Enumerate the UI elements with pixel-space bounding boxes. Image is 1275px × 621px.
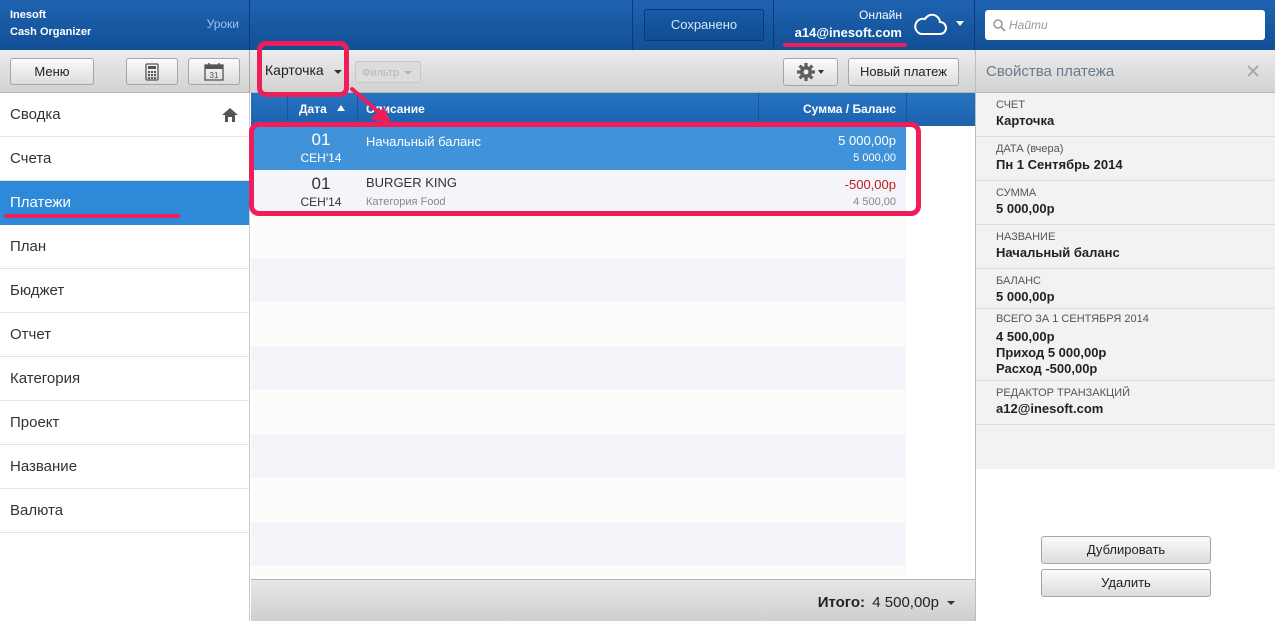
- panel-header: Свойства платежа: [976, 50, 1275, 93]
- sidebar-item-label: Категория: [10, 370, 81, 387]
- gear-icon: [796, 63, 824, 81]
- property-label: Сумма: [996, 187, 1037, 199]
- sidebar-item-label: Счета: [10, 150, 52, 167]
- property-label: Название: [996, 231, 1056, 243]
- property-value: a12@inesoft.com: [996, 401, 1104, 416]
- empty-row: [251, 214, 906, 258]
- property-date: ДАТА (вчера) Пн 1 Сентябрь 2014: [976, 137, 1275, 181]
- sidebar-item-label: Сводка: [10, 106, 61, 123]
- search-box: [985, 10, 1265, 40]
- property-value-total: 4 500,00р: [996, 329, 1055, 344]
- total-value: 4 500,00р: [872, 594, 939, 611]
- menu-button[interactable]: Меню: [10, 58, 94, 85]
- close-icon[interactable]: [1246, 64, 1260, 78]
- empty-row: [251, 522, 906, 566]
- property-balance: Баланс 5 000,00р: [976, 269, 1275, 309]
- brand-product: Cash Organizer: [10, 26, 92, 38]
- sidebar-item-label: План: [10, 238, 47, 255]
- property-label: Баланс: [996, 275, 1041, 287]
- lessons-link[interactable]: Уроки: [207, 17, 239, 31]
- filter-button[interactable]: Фильтр: [355, 61, 421, 83]
- sidebar-item-plan[interactable]: План: [0, 225, 249, 269]
- empty-row: [251, 478, 906, 522]
- empty-row: [251, 258, 906, 302]
- sidebar-item-payments[interactable]: Платежи: [0, 181, 249, 225]
- toolbar-left: Меню 31: [0, 50, 250, 93]
- filter-label: Фильтр: [362, 67, 399, 79]
- sidebar-item-payee[interactable]: Название: [0, 445, 249, 489]
- sidebar-item-report[interactable]: Отчет: [0, 313, 249, 357]
- email-annotation-underline: [783, 43, 907, 47]
- empty-row: [251, 434, 906, 478]
- property-label: Редактор транзакций: [996, 387, 1130, 399]
- property-label: Всего за 1 сентября 2014: [996, 313, 1149, 325]
- payment-properties-panel: Свойства платежа Счет Карточка ДАТА (вче…: [975, 50, 1275, 621]
- property-amount: Сумма 5 000,00р: [976, 181, 1275, 225]
- calculator-icon: [145, 63, 159, 81]
- calculator-button[interactable]: [126, 58, 178, 85]
- empty-row: [251, 566, 906, 579]
- active-item-annotation-underline: [4, 214, 180, 218]
- home-icon: [222, 108, 238, 122]
- sidebar-item-label: Название: [10, 458, 78, 475]
- chevron-down-icon: [947, 601, 955, 605]
- account-dropdown-annotation-box: [257, 41, 349, 97]
- account-menu[interactable]: Онлайн a14@inesoft.com: [775, 0, 975, 50]
- settings-button[interactable]: [783, 58, 838, 86]
- sidebar-item-summary[interactable]: Сводка: [0, 93, 249, 137]
- sidebar-item-project[interactable]: Проект: [0, 401, 249, 445]
- saved-area: Сохранено: [634, 0, 774, 50]
- sidebar-item-label: Валюта: [10, 502, 64, 519]
- calendar-day: 31: [210, 71, 219, 80]
- property-payee: Название Начальный баланс: [976, 225, 1275, 269]
- property-day-total: Всего за 1 сентября 2014 4 500,00р Прихо…: [976, 309, 1275, 381]
- properties-list: Счет Карточка ДАТА (вчера) Пн 1 Сентябрь…: [976, 93, 1275, 469]
- brand-area: Inesoft Cash Organizer Уроки: [0, 0, 250, 50]
- top-bar: Inesoft Cash Organizer Уроки Сохранено О…: [0, 0, 1275, 50]
- toolbar: Меню 31 Новый платеж: [0, 50, 975, 93]
- calendar-button[interactable]: 31: [188, 58, 240, 85]
- property-value-income: Приход 5 000,00р: [996, 345, 1107, 360]
- property-account: Счет Карточка: [976, 93, 1275, 137]
- brand-company: Inesoft: [10, 9, 47, 21]
- annotation-arrow-icon: [350, 87, 392, 125]
- saved-button[interactable]: Сохранено: [644, 9, 764, 41]
- duplicate-button[interactable]: Дублировать: [1041, 536, 1211, 564]
- chevron-down-icon: [956, 21, 964, 26]
- property-editor: Редактор транзакций a12@inesoft.com: [976, 381, 1275, 425]
- property-value: Пн 1 Сентябрь 2014: [996, 157, 1123, 172]
- rows-annotation-box: [249, 122, 921, 216]
- sidebar-item-label: Проект: [10, 414, 60, 431]
- new-payment-button[interactable]: Новый платеж: [848, 58, 959, 86]
- sidebar-item-label: Бюджет: [10, 282, 65, 299]
- cloud-icon: [914, 13, 947, 35]
- property-value: 5 000,00р: [996, 201, 1055, 216]
- search-icon: [993, 19, 1006, 32]
- property-value: Карточка: [996, 113, 1055, 128]
- sidebar-item-label: Отчет: [10, 326, 52, 343]
- empty-row: [251, 302, 906, 346]
- property-value: Начальный баланс: [996, 245, 1120, 260]
- empty-row: [251, 346, 906, 390]
- property-label: ДАТА (вчера): [996, 143, 1064, 155]
- property-label: Счет: [996, 99, 1025, 111]
- property-value-expense: Расход -500,00р: [996, 361, 1098, 376]
- calendar-icon: 31: [204, 63, 224, 81]
- panel-title: Свойства платежа: [986, 63, 1115, 80]
- property-value: 5 000,00р: [996, 289, 1055, 304]
- sidebar-item-label: Платежи: [10, 194, 71, 211]
- chevron-down-icon: [404, 71, 412, 75]
- sidebar-item-currency[interactable]: Валюта: [0, 489, 249, 533]
- total-label: Итого:: [817, 594, 865, 611]
- user-email: a14@inesoft.com: [794, 25, 902, 40]
- sidebar-item-budget[interactable]: Бюджет: [0, 269, 249, 313]
- search-input[interactable]: [1009, 10, 1259, 40]
- sidebar: Сводка Счета Платежи План Бюджет Отчет К…: [0, 93, 250, 621]
- totals-bar[interactable]: Итого: 4 500,00р: [251, 579, 975, 621]
- sidebar-item-accounts[interactable]: Счета: [0, 137, 249, 181]
- online-status: Онлайн: [859, 8, 902, 22]
- sidebar-item-category[interactable]: Категория: [0, 357, 249, 401]
- empty-row: [251, 390, 906, 434]
- delete-button[interactable]: Удалить: [1041, 569, 1211, 597]
